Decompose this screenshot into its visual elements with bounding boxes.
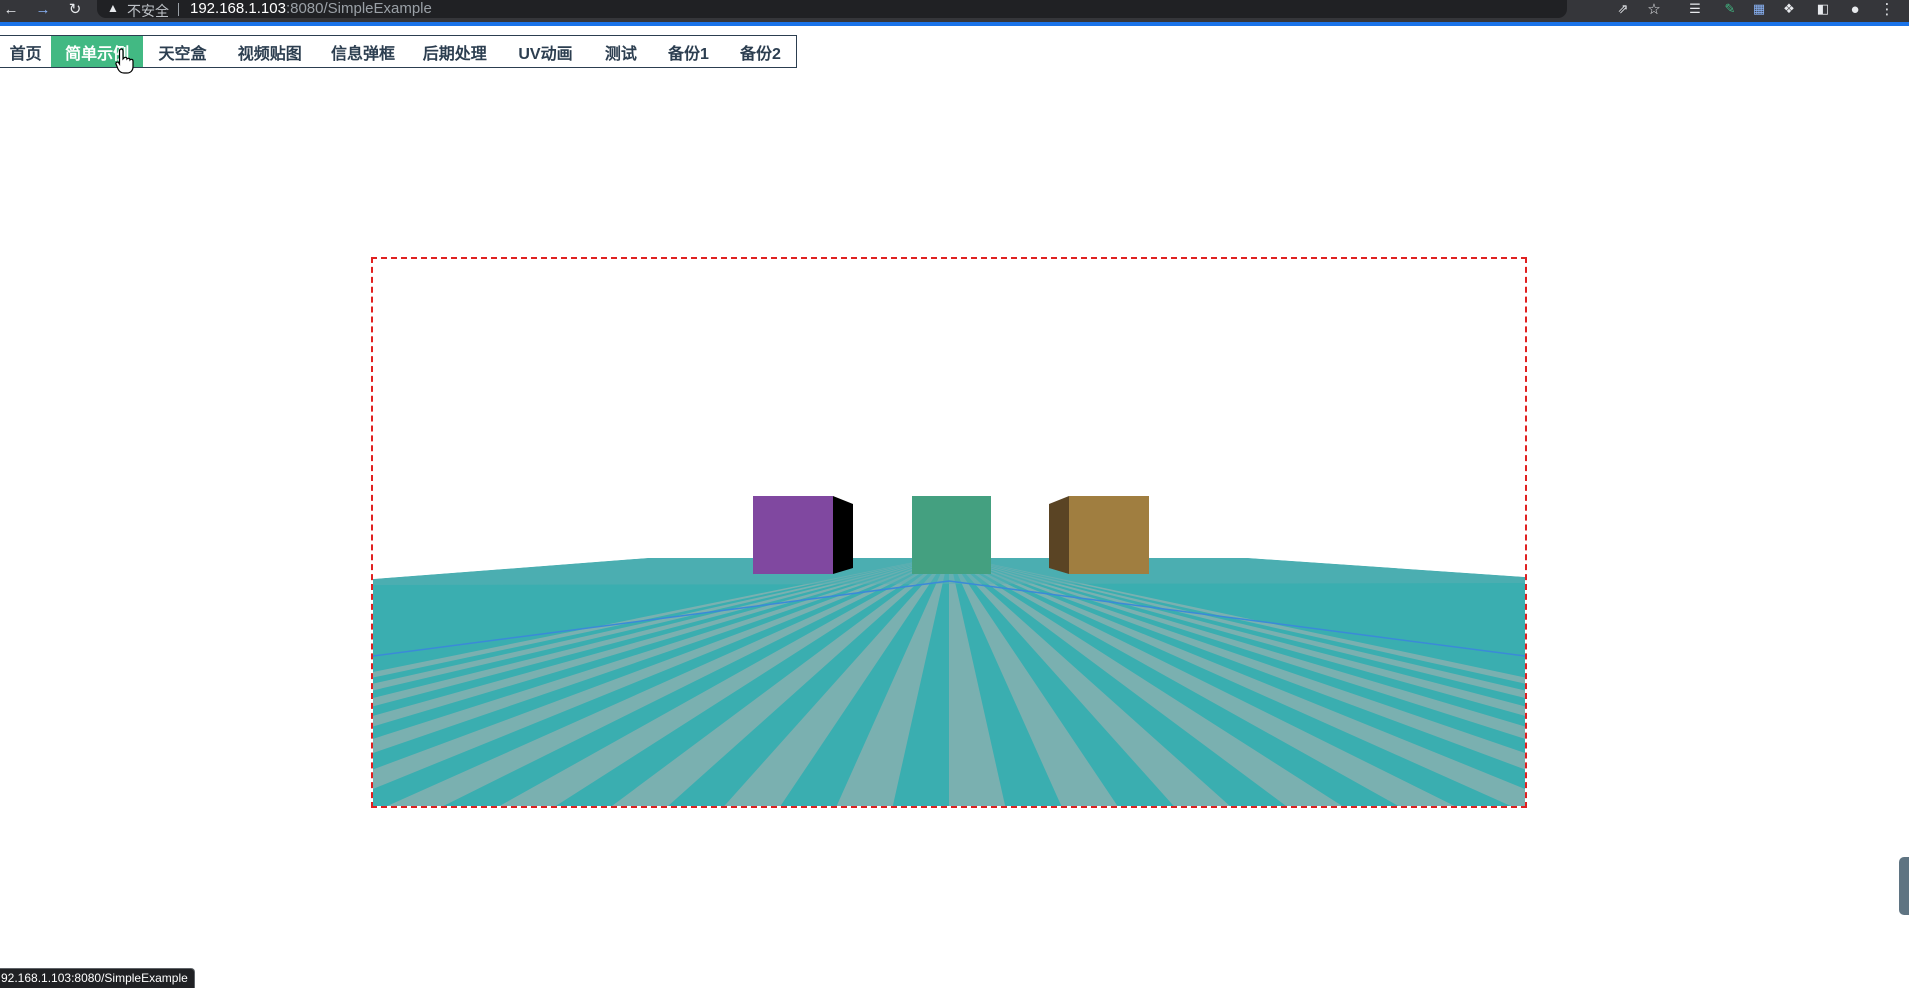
profile-avatar-icon[interactable]: ● (1844, 0, 1866, 18)
reload-icon[interactable]: ↻ (64, 0, 86, 18)
green-cube[interactable] (912, 496, 991, 574)
hand-cursor-icon (115, 48, 134, 74)
extension-translate-icon[interactable]: ▦ (1748, 0, 1770, 18)
url-text[interactable]: 192.168.1.103:8080/SimpleExample (190, 0, 432, 17)
status-url-tooltip: 92.168.1.103:8080/SimpleExample (0, 968, 195, 988)
three-scene-canvas[interactable] (371, 257, 1527, 808)
nav-item-info-popup[interactable]: 信息弹框 (318, 36, 409, 67)
url-host: 192.168.1.103 (190, 0, 286, 17)
extensions-puzzle-icon[interactable]: ❖ (1778, 0, 1800, 18)
brown-cube[interactable] (1049, 496, 1149, 574)
extension-reading-icon[interactable]: ☰ (1684, 0, 1706, 18)
browser-toolbar: ← → ↻ ▲ 不安全 192.168.1.103:8080/SimpleExa… (0, 0, 1909, 22)
purple-cube[interactable] (753, 496, 853, 574)
scene-render (373, 496, 1525, 806)
striped-ground-plane (373, 558, 1525, 806)
insecure-label[interactable]: 不安全 (127, 1, 169, 21)
side-panel-icon[interactable]: ◧ (1812, 0, 1834, 18)
url-path: :8080/SimpleExample (285, 0, 432, 17)
nav-item-backup-1[interactable]: 备份1 (652, 36, 725, 67)
back-icon[interactable]: ← (0, 0, 22, 18)
star-icon[interactable]: ☆ (1643, 0, 1665, 18)
side-floating-widget[interactable] (1899, 857, 1909, 915)
nav-item-home[interactable]: 首页 (0, 36, 51, 67)
nav-item-skybox[interactable]: 天空盒 (143, 36, 222, 67)
forward-icon[interactable]: → (32, 0, 54, 18)
nav-item-uv-animation[interactable]: UV动画 (501, 36, 590, 67)
address-divider (178, 3, 179, 16)
nav-item-backup-2[interactable]: 备份2 (725, 36, 796, 67)
page-load-bar (0, 22, 1909, 26)
share-icon[interactable]: ⇗ (1612, 0, 1634, 18)
menu-kebab-icon[interactable]: ⋮ (1876, 0, 1898, 18)
nav-item-video-texture[interactable]: 视频贴图 (222, 36, 318, 67)
nav-item-post-processing[interactable]: 后期处理 (408, 36, 501, 67)
nav-item-test[interactable]: 测试 (590, 36, 652, 67)
address-bar[interactable]: ▲ 不安全 192.168.1.103:8080/SimpleExample (97, 0, 1567, 21)
warning-icon[interactable]: ▲ (107, 1, 119, 15)
extension-edit-icon[interactable]: ✎ (1719, 0, 1741, 18)
